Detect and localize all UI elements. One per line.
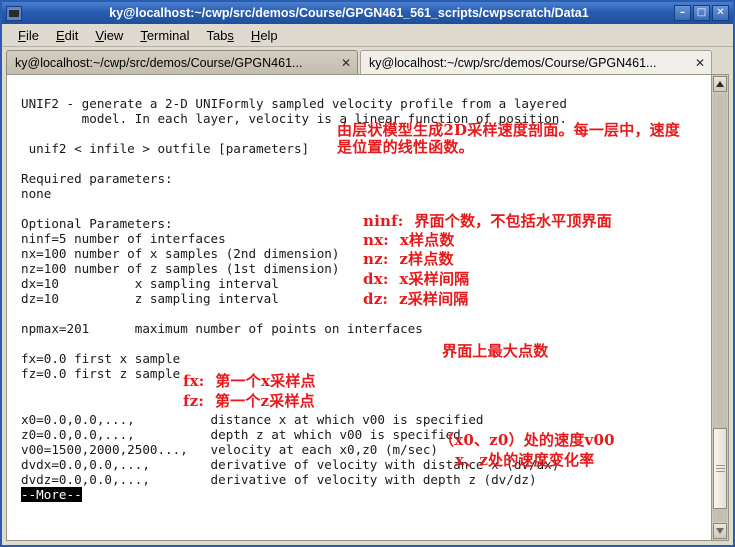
- menu-item-tabs[interactable]: Tabs: [198, 26, 242, 45]
- menu-mnemonic: E: [55, 27, 65, 43]
- menu-mnemonic: V: [95, 27, 104, 43]
- scrollbar-thumb[interactable]: [713, 427, 727, 510]
- annotation-10: （x0、z0）处的速度v00: [439, 431, 615, 449]
- tab-terminal-1[interactable]: ky@localhost:~/cwp/src/demos/Course/GPGN…: [6, 50, 358, 74]
- tab-close-icon[interactable]: ✕: [341, 57, 351, 69]
- menu-item-terminal[interactable]: Terminal: [132, 26, 198, 45]
- tabbar: ky@localhost:~/cwp/src/demos/Course/GPGN…: [2, 47, 733, 74]
- annotation-1: 是位置的线性函数。: [337, 138, 474, 156]
- scroll-down-arrow-icon: [716, 528, 724, 534]
- tab-close-icon[interactable]: ✕: [695, 57, 705, 69]
- menu-mnemonic: s: [227, 27, 234, 43]
- annotation-9: fz: 第一个z采样点: [183, 392, 315, 410]
- scrollbar-grip-icon: [715, 463, 725, 474]
- scrollbar-track[interactable]: [713, 93, 727, 522]
- scroll-down-button[interactable]: [713, 523, 727, 539]
- annotation-5: dx: x采样间隔: [363, 270, 470, 288]
- annotation-7: 界面上最大点数: [442, 342, 549, 360]
- annotation-8: fx: 第一个x采样点: [183, 372, 316, 390]
- terminal-window: ky@localhost:~/cwp/src/demos/Course/GPGN…: [0, 0, 735, 547]
- menu-label-rest: dit: [64, 27, 79, 43]
- menu-item-view[interactable]: View: [87, 26, 132, 45]
- maximize-button[interactable]: □: [693, 5, 710, 21]
- scroll-up-button[interactable]: [713, 76, 727, 92]
- menu-item-edit[interactable]: Edit: [48, 26, 87, 45]
- menu-label-pre: Tab: [206, 27, 228, 43]
- menu-item-file[interactable]: File: [10, 26, 48, 45]
- minimize-button[interactable]: –: [674, 5, 691, 21]
- screenshot-root: ky@localhost:~/cwp/src/demos/Course/GPGN…: [0, 0, 735, 547]
- annotation-11: x、z处的速度变化率: [455, 451, 595, 469]
- menu-label-rest: ile: [25, 27, 39, 43]
- menu-mnemonic: H: [250, 27, 261, 43]
- menu-label-rest: erminal: [146, 27, 190, 43]
- annotation-4: nz: z样点数: [363, 250, 454, 268]
- terminal-icon: [6, 5, 22, 21]
- annotation-2: ninf: 界面个数，不包括水平顶界面: [363, 212, 612, 230]
- pager-prompt: --More--: [21, 486, 82, 502]
- tab-label: ky@localhost:~/cwp/src/demos/Course/GPGN…: [369, 55, 657, 70]
- menu-item-help[interactable]: Help: [243, 26, 287, 45]
- tab-label: ky@localhost:~/cwp/src/demos/Course/GPGN…: [15, 55, 303, 70]
- window-title: ky@localhost:~/cwp/src/demos/Course/GPGN…: [109, 6, 589, 20]
- window-titlebar[interactable]: ky@localhost:~/cwp/src/demos/Course/GPGN…: [2, 2, 733, 24]
- tab-terminal-2[interactable]: ky@localhost:~/cwp/src/demos/Course/GPGN…: [360, 50, 712, 74]
- annotation-6: dz: z采样间隔: [363, 290, 469, 308]
- menu-label-rest: iew: [103, 27, 124, 43]
- terminal-frame: UNIF2 - generate a 2-D UNIFormly sampled…: [6, 74, 729, 541]
- menu-mnemonic: F: [18, 27, 26, 43]
- annotation-3: nx: x样点数: [363, 231, 455, 249]
- window-controls: – □ ✕: [674, 5, 731, 21]
- annotation-0: 由层状模型生成2D采样速度剖面。每一层中，速度: [337, 121, 681, 139]
- close-button[interactable]: ✕: [712, 5, 729, 21]
- menu-label-rest: elp: [260, 27, 278, 43]
- menubar: File Edit View Terminal Tabs Help: [2, 24, 733, 47]
- terminal-area: UNIF2 - generate a 2-D UNIFormly sampled…: [2, 74, 733, 545]
- scroll-up-arrow-icon: [716, 81, 724, 87]
- terminal-screen[interactable]: UNIF2 - generate a 2-D UNIFormly sampled…: [7, 75, 711, 540]
- terminal-scrollbar[interactable]: [711, 75, 728, 540]
